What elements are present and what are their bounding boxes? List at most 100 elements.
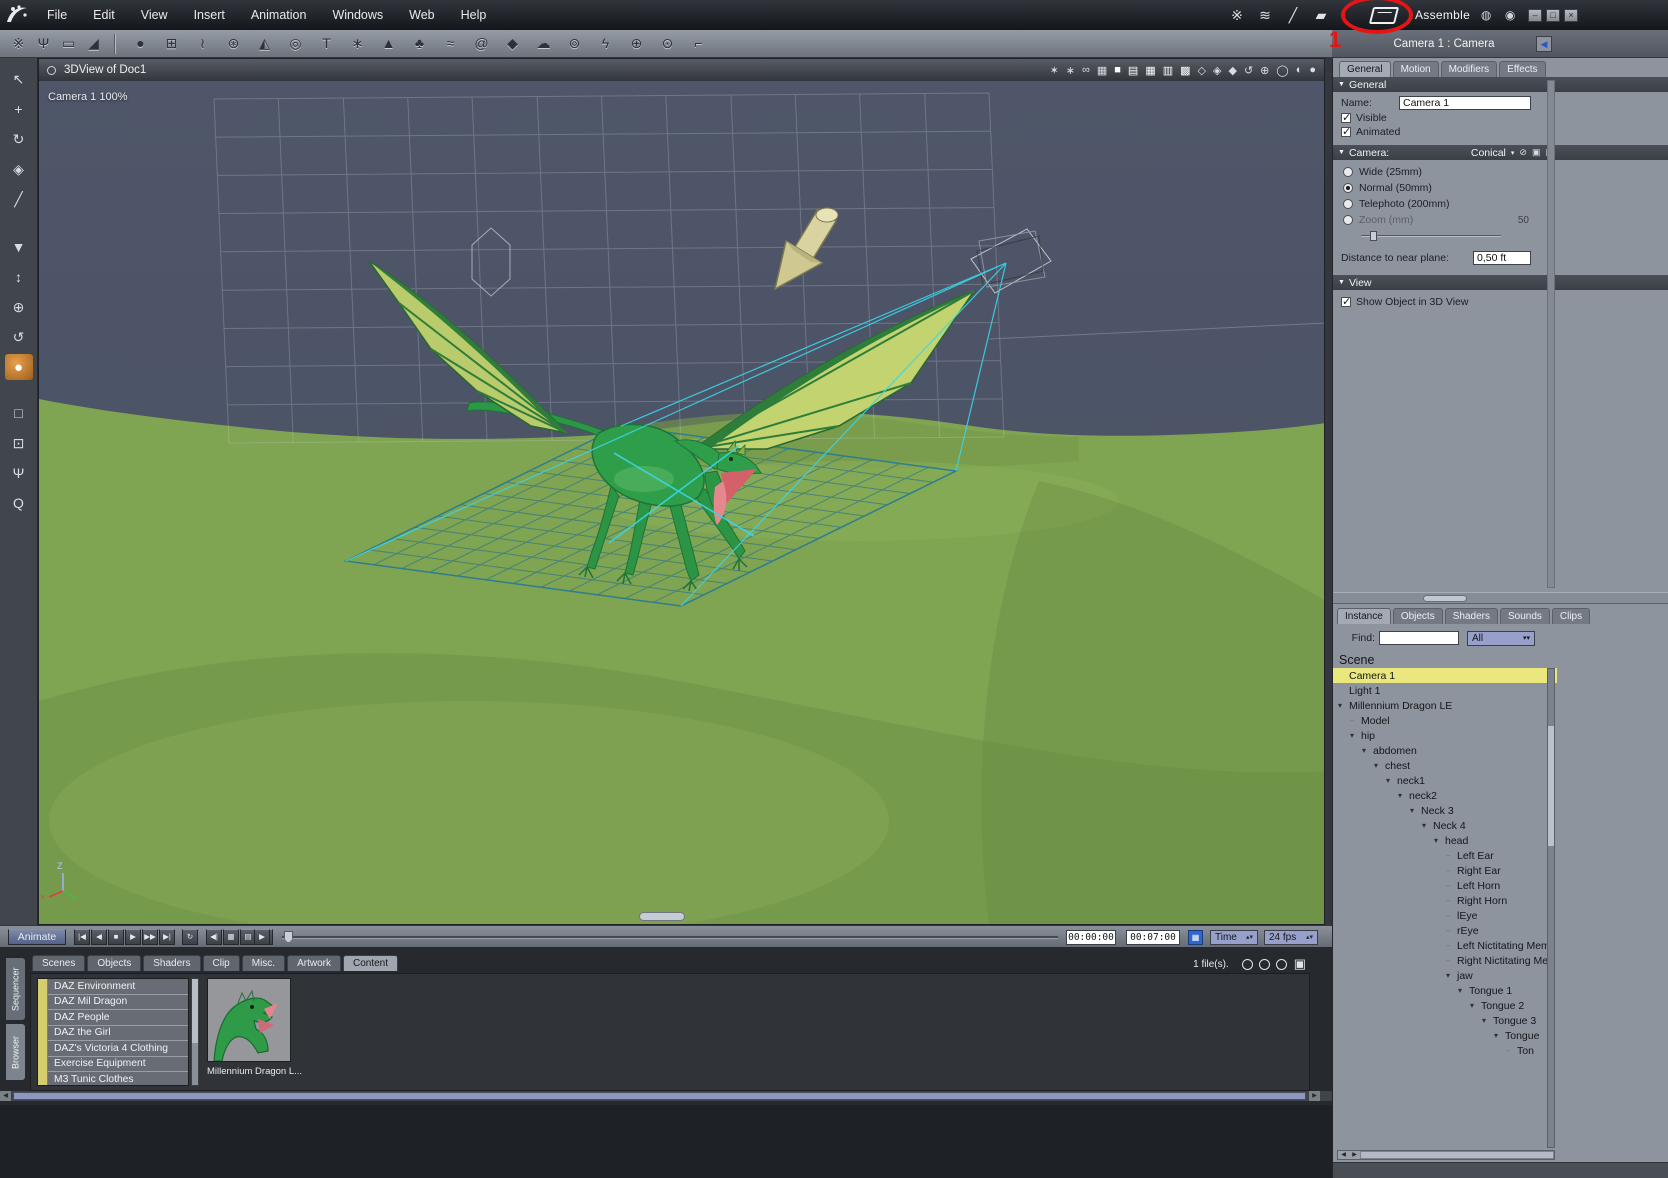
- browser-tab[interactable]: Artwork: [287, 955, 341, 971]
- sequencer-side-tab[interactable]: Sequencer: [6, 958, 25, 1020]
- tree-node[interactable]: abdomen: [1333, 743, 1557, 758]
- vertex-object-icon[interactable]: ⊞: [159, 35, 184, 52]
- splitter-handle[interactable]: [1423, 595, 1467, 602]
- texture-room-icon[interactable]: [1368, 6, 1400, 24]
- 3d-scene[interactable]: Z x: [39, 81, 1324, 924]
- find-filter-dropdown[interactable]: All ▾▾: [1467, 630, 1535, 646]
- solid-view-button[interactable]: ■: [1114, 64, 1121, 76]
- select-tool-icon[interactable]: ↖: [5, 66, 33, 92]
- scrollbar-thumb[interactable]: [1361, 1152, 1553, 1158]
- hand-tool-icon[interactable]: Ψ: [31, 35, 56, 52]
- timeline-scrubber-track[interactable]: [282, 936, 1058, 939]
- translate-camera-tool-icon[interactable]: ⊕: [5, 294, 33, 320]
- browser-tab[interactable]: Objects: [87, 955, 142, 971]
- bone-object-icon[interactable]: ⌐: [686, 35, 711, 52]
- browser-tab[interactable]: Scenes: [32, 955, 86, 971]
- panel-divider[interactable]: [1325, 58, 1332, 925]
- animate-button[interactable]: Animate: [8, 929, 66, 945]
- tree-node[interactable]: neck1: [1333, 773, 1557, 788]
- trowel-tool-icon[interactable]: ◢: [81, 35, 106, 52]
- scroll-right-arrow[interactable]: ▶: [1309, 1091, 1320, 1101]
- axis-helper-icon[interactable]: ⊕: [624, 35, 649, 52]
- tree-node[interactable]: Millennium Dragon LE: [1333, 698, 1557, 713]
- terrain-object-icon[interactable]: ▲: [376, 35, 401, 52]
- reset-view-icon[interactable]: ↺: [1244, 64, 1253, 77]
- target-helper-icon[interactable]: ⊙: [655, 35, 680, 52]
- browser-side-tab[interactable]: Browser: [6, 1024, 25, 1080]
- pen-icon[interactable]: ╱: [1281, 7, 1305, 24]
- lens-radio-option[interactable]: Telephoto (200mm): [1333, 196, 1557, 212]
- scrollbar-thumb[interactable]: [1548, 726, 1554, 847]
- checkbox[interactable]: [1341, 111, 1351, 124]
- tree-node[interactable]: Right Nictitating Me: [1333, 953, 1557, 968]
- zoom-tool-icon[interactable]: Q: [5, 490, 33, 516]
- tree-node[interactable]: neck2: [1333, 788, 1557, 803]
- zoom-slider[interactable]: [1361, 231, 1501, 241]
- tree-node[interactable]: Tongue 1: [1333, 983, 1557, 998]
- tree-node[interactable]: lEye: [1333, 908, 1557, 923]
- tree-node[interactable]: Tongue 2: [1333, 998, 1557, 1013]
- shader-link-icon[interactable]: ⊘: [1519, 147, 1527, 158]
- folder-row[interactable]: M3 Tunic Clothes: [38, 1072, 188, 1085]
- view-option-2-button[interactable]: [1258, 958, 1270, 970]
- play-button[interactable]: ▶: [125, 929, 141, 945]
- eyedropper-tool-icon[interactable]: ╱: [5, 186, 33, 212]
- folder-row[interactable]: Exercise Equipment: [38, 1057, 188, 1072]
- scene-tab[interactable]: Clips: [1551, 608, 1591, 624]
- time-unit-dropdown[interactable]: Time ▴▾: [1210, 930, 1258, 945]
- tree-node[interactable]: Ton: [1333, 1043, 1557, 1058]
- expander-icon[interactable]: [1422, 821, 1433, 830]
- grid-settings-icon[interactable]: ▦: [1097, 64, 1107, 77]
- previous-frame-button[interactable]: ◀: [91, 929, 107, 945]
- scale-tool-icon[interactable]: ◈: [5, 156, 33, 182]
- tree-node[interactable]: Neck 3: [1333, 803, 1557, 818]
- tree-node[interactable]: Model: [1333, 713, 1557, 728]
- name-field[interactable]: [1399, 96, 1531, 110]
- axis-display-icon[interactable]: ⊕: [1260, 64, 1269, 77]
- scroll-left-arrow[interactable]: ◀: [1338, 1151, 1349, 1159]
- tree-node[interactable]: jaw: [1333, 968, 1557, 983]
- frame-rate-dropdown[interactable]: 24 fps ▴▾: [1264, 930, 1318, 945]
- cloud-object-icon[interactable]: ☁: [531, 35, 556, 52]
- viewport-canvas[interactable]: Z x Camera 1 100%: [39, 81, 1324, 924]
- expander-icon[interactable]: [1338, 701, 1349, 710]
- viewport-splitter-handle[interactable]: [639, 912, 685, 921]
- checkbox-row[interactable]: Show Object in 3D View: [1333, 294, 1668, 308]
- tree-node[interactable]: Left Nictitating Mem: [1333, 938, 1557, 953]
- eraser-tool-icon[interactable]: ▭: [56, 35, 81, 52]
- expander-icon[interactable]: [1446, 941, 1457, 950]
- expander-icon[interactable]: [1362, 746, 1373, 755]
- expander-icon[interactable]: [1446, 956, 1457, 965]
- tree-node[interactable]: Left Ear: [1333, 848, 1557, 863]
- text-object-icon[interactable]: T: [314, 35, 339, 52]
- browser-tab[interactable]: Shaders: [143, 955, 201, 971]
- folder-row[interactable]: DAZ Environment: [38, 979, 188, 995]
- render-preview-icon[interactable]: ✶: [1050, 64, 1059, 77]
- expander-icon[interactable]: [1398, 791, 1409, 800]
- near-plane-field[interactable]: [1473, 251, 1531, 265]
- expander-icon[interactable]: [1446, 866, 1457, 875]
- panel-splitter[interactable]: [1333, 592, 1668, 604]
- checkbox-row[interactable]: Visible: [1333, 110, 1668, 124]
- menu-item[interactable]: File: [34, 8, 80, 22]
- scene-tab[interactable]: Objects: [1392, 608, 1443, 624]
- expander-icon[interactable]: [1446, 881, 1457, 890]
- cone-primitive-icon[interactable]: ◭: [252, 35, 277, 52]
- viewport-menu-icon[interactable]: [47, 65, 56, 75]
- particle-emitter-icon[interactable]: ∗: [345, 35, 370, 52]
- eye-icon[interactable]: ◉: [1502, 8, 1518, 22]
- browser-tab[interactable]: Content: [343, 955, 399, 971]
- radio-button[interactable]: [1343, 183, 1353, 193]
- minimize-button[interactable]: –: [1528, 8, 1543, 22]
- properties-tab[interactable]: Modifiers: [1440, 61, 1498, 77]
- find-input[interactable]: [1379, 631, 1459, 645]
- file-card-icon[interactable]: ▣: [1294, 956, 1306, 972]
- snap-icon[interactable]: ∗: [1066, 64, 1075, 77]
- go-to-end-button[interactable]: ▶|: [159, 929, 175, 945]
- scrollbar-thumb[interactable]: [13, 1092, 1306, 1100]
- stop-button[interactable]: ■: [108, 929, 124, 945]
- grid-view-button[interactable]: ▦: [1145, 64, 1155, 77]
- folder-row[interactable]: DAZ the Girl: [38, 1026, 188, 1041]
- scene-tab[interactable]: Instance: [1337, 608, 1391, 624]
- expander-icon[interactable]: [1446, 851, 1457, 860]
